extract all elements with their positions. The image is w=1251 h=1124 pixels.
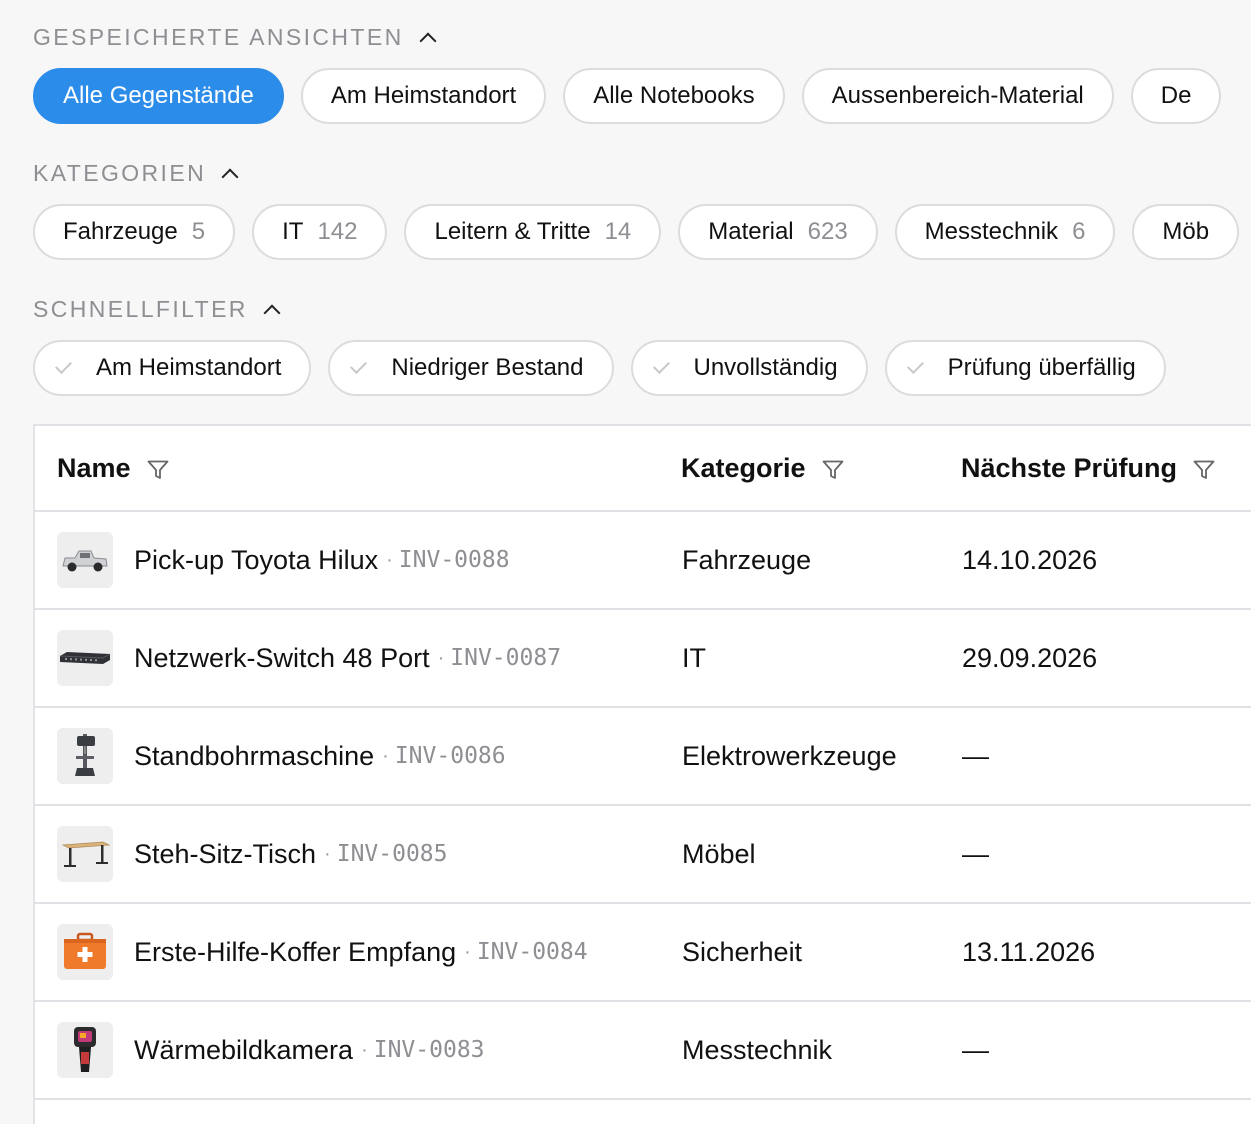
category-count: 6	[1072, 218, 1086, 245]
chevron-up-icon[interactable]	[263, 304, 281, 321]
table-row[interactable]: Pick-up Toyota Hilux · INV-0088 Fahrzeug…	[35, 512, 1251, 610]
check-icon	[652, 356, 670, 374]
item-category: Messtechnik	[682, 1034, 833, 1065]
item-next-inspection: —	[962, 740, 989, 771]
item-next-inspection: —	[962, 1034, 989, 1065]
separator-dot: ·	[437, 646, 445, 669]
item-code: INV-0086	[394, 743, 506, 769]
category-leitern-tritte[interactable]: Leitern & Tritte 14	[404, 204, 662, 260]
item-name-cell[interactable]: Steh-Sitz-Tisch · INV-0085	[134, 806, 448, 902]
category-messtechnik[interactable]: Messtechnik 6	[894, 204, 1116, 260]
item-name: Pick-up Toyota Hilux	[134, 544, 379, 575]
category-fahrzeuge[interactable]: Fahrzeuge 5	[33, 204, 236, 260]
quick-filter-unvollstaendig[interactable]: Unvollständig	[630, 340, 868, 396]
separator-dot: ·	[361, 1038, 368, 1061]
drill-press-icon	[57, 728, 113, 784]
item-category: Elektrowerkzeuge	[682, 740, 897, 771]
categories-title: KATEGORIEN	[33, 160, 207, 186]
separator-dot: ·	[386, 548, 393, 571]
categories-list: Fahrzeuge 5 IT 142 Leitern & Tritte 14 Mate…	[33, 204, 1240, 260]
item-code: INV-0084	[476, 939, 588, 965]
saved-view-alle-gegenstaende[interactable]: Alle Gegenstände	[33, 68, 284, 124]
item-category: IT	[682, 642, 706, 673]
check-icon	[350, 356, 368, 374]
item-name-cell[interactable]: Standbohrmaschine · INV-0086	[134, 708, 506, 804]
saved-views-header[interactable]: GESPEICHERTE ANSICHTEN	[33, 24, 437, 51]
separator-dot: ·	[464, 940, 471, 963]
item-code: INV-0083	[373, 1037, 485, 1063]
item-next-inspection: —	[962, 838, 989, 869]
quick-filters-title: SCHNELLFILTER	[33, 296, 248, 322]
quick-filter-am-heimstandort[interactable]: Am Heimstandort	[33, 340, 312, 396]
table-row[interactable]: Erste-Hilfe-Koffer Empfang · INV-0084 Si…	[35, 904, 1251, 1002]
item-code: INV-0087	[450, 645, 562, 671]
table-row[interactable]: Steh-Sitz-Tisch · INV-0085 Möbel —	[35, 806, 1251, 904]
table-row[interactable]: Netzwerk-Switch 48 Port · INV-0087 IT 29…	[35, 610, 1251, 708]
network-switch-icon	[57, 630, 113, 686]
quick-filters-header[interactable]: SCHNELLFILTER	[33, 296, 281, 323]
category-count: 5	[191, 218, 206, 245]
item-name-cell[interactable]: Wärmebildkamera · INV-0083	[134, 1002, 485, 1098]
saved-view-am-heimstandort[interactable]: Am Heimstandort	[300, 68, 547, 124]
category-material[interactable]: Material 623	[678, 204, 878, 260]
saved-view-alle-notebooks[interactable]: Alle Notebooks	[563, 68, 785, 124]
chevron-up-icon[interactable]	[419, 32, 437, 49]
check-icon	[55, 356, 72, 374]
inventory-table: Name Kategorie Nächste Prüfung Pick-up T…	[33, 424, 1251, 1124]
saved-views-title: GESPEICHERTE ANSICHTEN	[33, 24, 404, 50]
category-moebel-truncated[interactable]: Möb	[1132, 204, 1240, 260]
quick-filter-pruefung-ueberfaellig[interactable]: Prüfung überfällig	[884, 340, 1166, 396]
filter-funnel-icon[interactable]	[822, 460, 844, 480]
category-count: 623	[807, 218, 848, 245]
saved-views-list: Alle Gegenstände Am Heimstandort Alle No…	[33, 68, 1222, 124]
column-header-name[interactable]: Name	[57, 426, 169, 510]
categories-header[interactable]: KATEGORIEN	[33, 160, 239, 187]
saved-view-truncated[interactable]: De	[1130, 68, 1222, 124]
item-next-inspection: 29.09.2026	[962, 642, 1098, 673]
column-header-category[interactable]: Kategorie	[681, 426, 844, 510]
chevron-up-icon[interactable]	[221, 168, 239, 185]
desk-icon	[57, 826, 113, 882]
item-name: Wärmebildkamera	[134, 1034, 354, 1065]
column-header-next-inspection[interactable]: Nächste Prüfung	[961, 426, 1215, 510]
quick-filters-list: Am Heimstandort Niedriger Bestand Unvoll…	[33, 340, 1166, 396]
quick-filter-niedriger-bestand[interactable]: Niedriger Bestand	[328, 340, 614, 396]
table-header: Name Kategorie Nächste Prüfung	[35, 426, 1251, 512]
category-count: 14	[604, 218, 632, 245]
item-name: Standbohrmaschine	[134, 740, 375, 771]
table-row[interactable]: Standbohrmaschine · INV-0086 Elektrowerk…	[35, 708, 1251, 806]
item-name: Netzwerk-Switch 48 Port	[134, 642, 430, 673]
separator-dot: ·	[382, 744, 389, 767]
item-code: INV-0085	[336, 841, 448, 867]
item-name: Steh-Sitz-Tisch	[134, 838, 317, 869]
first-aid-kit-icon	[57, 924, 113, 980]
category-count: 142	[317, 218, 358, 245]
saved-view-aussenbereich-material[interactable]: Aussenbereich-Material	[801, 68, 1114, 124]
filter-funnel-icon[interactable]	[147, 460, 169, 480]
thermal-camera-icon	[57, 1022, 113, 1078]
item-category: Möbel	[682, 838, 756, 869]
filter-funnel-icon[interactable]	[1193, 460, 1215, 480]
category-it[interactable]: IT 142	[252, 204, 388, 260]
item-code: INV-0088	[398, 547, 510, 573]
item-category: Sicherheit	[682, 936, 803, 967]
item-category: Fahrzeuge	[682, 544, 812, 575]
item-next-inspection: 14.10.2026	[962, 544, 1098, 575]
check-icon	[906, 356, 924, 374]
item-name-cell[interactable]: Erste-Hilfe-Koffer Empfang · INV-0084	[134, 904, 588, 1000]
pickup-truck-icon	[57, 532, 113, 588]
table-row[interactable]: Wärmebildkamera · INV-0083 Messtechnik —	[35, 1002, 1251, 1100]
item-name-cell[interactable]: Netzwerk-Switch 48 Port · INV-0087	[134, 610, 561, 706]
item-name-cell[interactable]: Pick-up Toyota Hilux · INV-0088	[134, 512, 510, 608]
item-next-inspection: 13.11.2026	[962, 936, 1096, 967]
item-name: Erste-Hilfe-Koffer Empfang	[134, 936, 457, 967]
separator-dot: ·	[324, 842, 331, 865]
